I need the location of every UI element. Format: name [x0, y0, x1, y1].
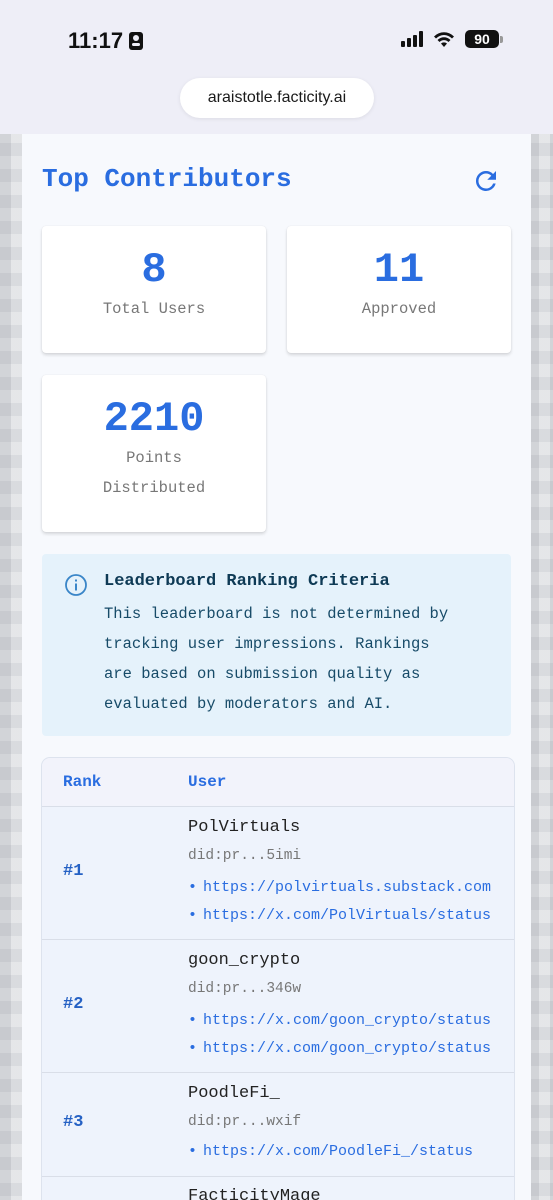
rank-cell: #3 — [63, 1113, 84, 1132]
browser-chrome: 11:17 90 araistotle.facticity.ai — [0, 0, 553, 134]
alert-line: are based on submission quality as — [104, 665, 421, 683]
wifi-icon — [434, 32, 454, 47]
stat-label: Total Users — [102, 300, 206, 318]
refresh-icon[interactable] — [471, 166, 501, 196]
stat-value: 2210 — [103, 395, 205, 443]
alert-line: This leaderboard is not determined by — [104, 605, 449, 623]
submission-link[interactable]: • https://x.com/PoodleFi_/status — [188, 1143, 514, 1160]
cellular-signal-icon — [401, 31, 423, 47]
page-header: Top Contributors — [42, 164, 511, 200]
info-icon — [65, 574, 87, 596]
status-time: 11:17 — [68, 28, 144, 54]
status-icons: 90 — [401, 30, 503, 48]
column-header-user[interactable]: User — [188, 773, 226, 791]
user-name: FacticityMage — [188, 1187, 321, 1200]
user-did: did:pr...346w — [188, 981, 302, 997]
stat-label-line1: Points — [126, 449, 182, 467]
contact-card-icon — [129, 32, 144, 50]
stat-points-distributed: 2210 Points Distributed — [42, 375, 266, 532]
table-row[interactable]: #3 PoodleFi_ did:pr...wxif • https://x.co… — [42, 1073, 514, 1177]
clock: 11:17 — [68, 28, 124, 53]
battery-icon: 90 — [465, 30, 503, 48]
stat-approved: 11 Approved — [287, 226, 511, 353]
table-row[interactable]: FacticityMage — [42, 1177, 514, 1200]
table-row[interactable]: #1 PolVirtuals did:pr...5imi • https://po… — [42, 807, 514, 940]
ranking-criteria-alert: Leaderboard Ranking Criteria This leader… — [42, 554, 511, 736]
user-name: goon_crypto — [188, 951, 301, 970]
rank-cell: #2 — [63, 995, 84, 1014]
battery-level: 90 — [465, 30, 499, 48]
url-text: araistotle.facticity.ai — [207, 89, 347, 106]
address-bar[interactable]: araistotle.facticity.ai — [180, 78, 374, 118]
alert-line: tracking user impressions. Rankings — [104, 635, 430, 653]
submission-link[interactable]: • https://x.com/goon_crypto/status — [188, 1012, 514, 1029]
stat-value: 8 — [141, 246, 167, 294]
stat-label: Approved — [361, 300, 437, 318]
table-row[interactable]: #2 goon_crypto did:pr...346w • https://x.… — [42, 940, 514, 1073]
alert-line: evaluated by moderators and AI. — [104, 695, 393, 713]
stat-value: 11 — [373, 246, 425, 294]
leaderboard-page: Top Contributors 8 Total Users 11 Approv… — [22, 134, 531, 1200]
submission-link[interactable]: • https://polvirtuals.substack.com — [188, 879, 514, 896]
submission-link[interactable]: • https://x.com/goon_crypto/status — [188, 1040, 514, 1057]
user-did: did:pr...5imi — [188, 848, 302, 864]
user-name: PoodleFi_ — [188, 1084, 280, 1103]
alert-title: Leaderboard Ranking Criteria — [104, 572, 390, 591]
page-title: Top Contributors — [42, 164, 292, 194]
user-name: PolVirtuals — [188, 818, 301, 837]
leaderboard-table: Rank User #1 PolVirtuals did:pr...5imi •… — [42, 758, 514, 1200]
stat-total-users: 8 Total Users — [42, 226, 266, 353]
submission-link[interactable]: • https://x.com/PolVirtuals/status — [188, 907, 514, 924]
table-header: Rank User — [42, 758, 514, 807]
alert-body: This leaderboard is not determined by tr… — [104, 599, 499, 719]
column-header-rank[interactable]: Rank — [63, 773, 101, 791]
stat-label-line2: Distributed — [102, 479, 206, 497]
user-did: did:pr...wxif — [188, 1114, 302, 1130]
rank-cell: #1 — [63, 862, 84, 881]
